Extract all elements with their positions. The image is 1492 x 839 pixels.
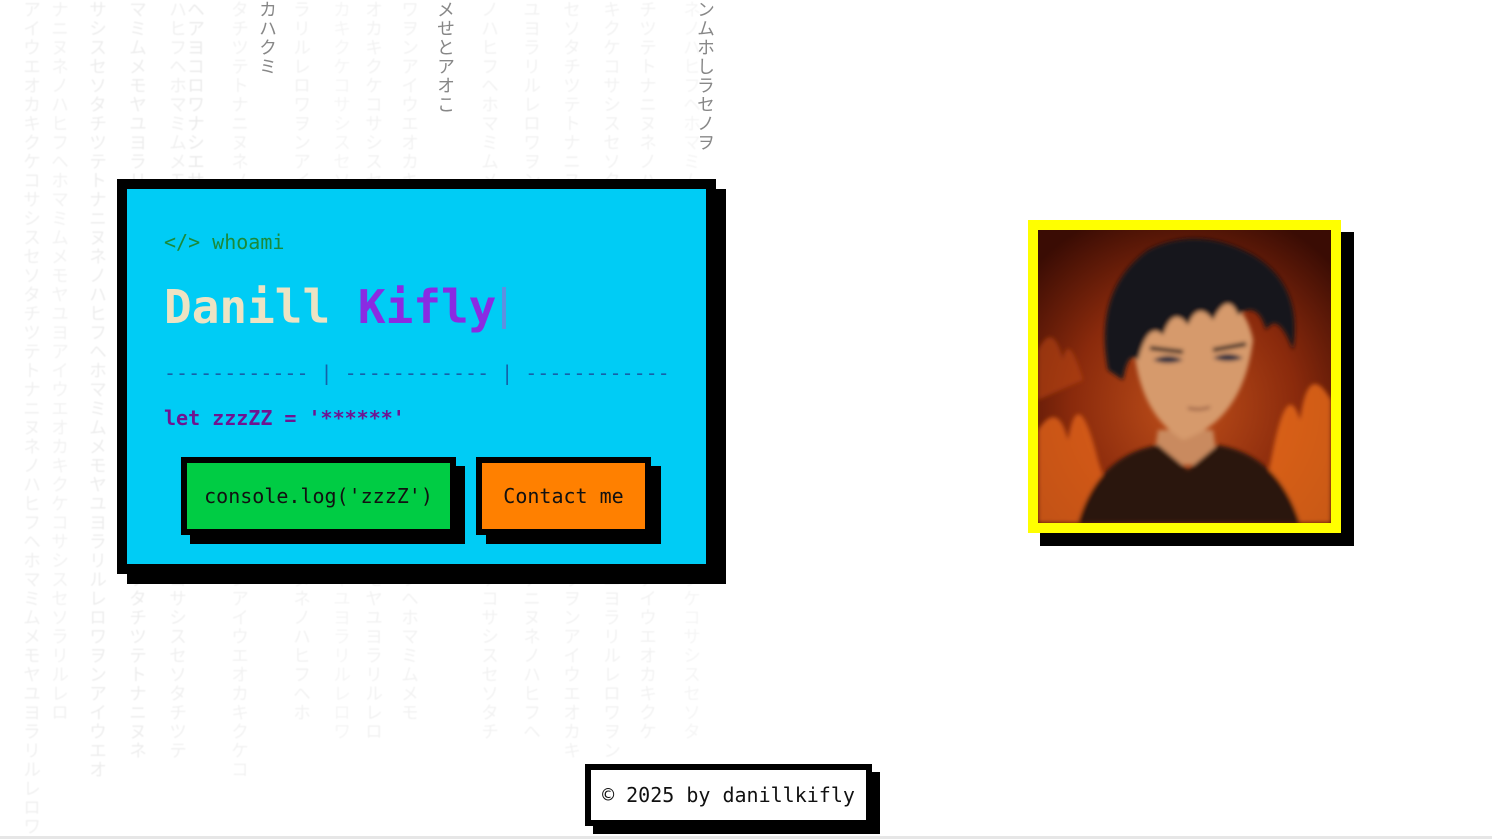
hero-card: </> whoami Danill Kifly ------------ | -… [117,179,716,574]
typing-cursor [502,287,507,329]
page-title: Danill Kifly [164,277,507,337]
whoami-prompt: </> whoami [164,230,285,254]
avatar-illustration [1038,230,1331,523]
rain-column: ンムホしラセノヲ [694,0,715,152]
code-snippet: let zzzZZ = '******' [164,406,405,430]
ascii-divider: ------------ | ------------ | ----------… [164,361,670,385]
first-name: Danill [164,280,331,334]
avatar [1028,220,1341,533]
footer-copyright: © 2025 by danillkifly [585,764,872,826]
rain-column: カハクミ [256,0,277,76]
contact-me-button[interactable]: Contact me [476,457,651,535]
console-log-button[interactable]: console.log('zzzZ') [181,457,456,535]
last-name: Kifly [357,280,497,334]
rain-column: メせとアオこ [434,0,455,114]
